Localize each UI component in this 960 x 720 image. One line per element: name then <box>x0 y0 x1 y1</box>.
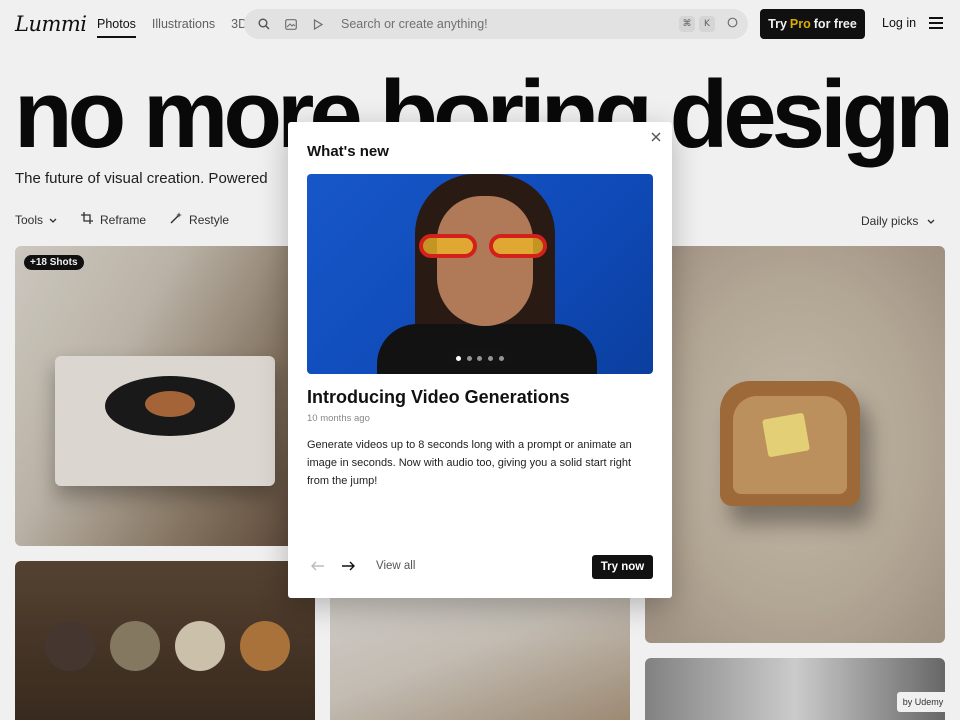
article-timestamp: 10 months ago <box>307 413 370 424</box>
article-body: Generate videos up to 8 seconds long wit… <box>307 439 632 487</box>
carousel-dot[interactable] <box>477 355 483 361</box>
whats-new-modal: What's new Introducing Video Generations… <box>288 122 672 598</box>
article-title: Introducing Video Generations <box>307 387 570 407</box>
arrow-right-icon[interactable] <box>341 558 355 575</box>
arrow-left-icon[interactable] <box>311 558 325 575</box>
try-now-button[interactable]: Try now <box>592 555 653 579</box>
modal-title: What's new <box>307 143 389 160</box>
glasses-illustration <box>419 234 551 260</box>
feature-media[interactable] <box>307 174 653 374</box>
carousel-dot[interactable] <box>455 355 461 361</box>
carousel-dot[interactable] <box>466 355 472 361</box>
view-all-link[interactable]: View all <box>376 560 415 572</box>
carousel-dot[interactable] <box>499 355 505 361</box>
close-icon[interactable] <box>648 130 664 146</box>
carousel-dots[interactable] <box>448 350 512 366</box>
carousel-dot[interactable] <box>488 355 494 361</box>
